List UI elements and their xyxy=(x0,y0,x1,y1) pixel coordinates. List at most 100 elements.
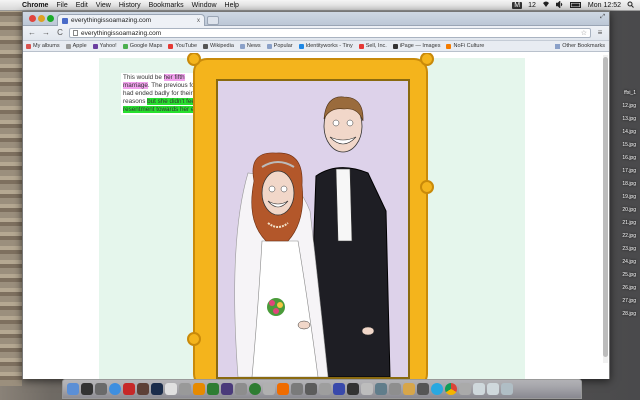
chrome-icon[interactable] xyxy=(445,383,457,395)
menu-bookmarks[interactable]: Bookmarks xyxy=(149,2,184,9)
other-bookmarks-button[interactable]: Other Bookmarks xyxy=(555,43,605,49)
app-icon[interactable] xyxy=(179,383,191,395)
battery-icon[interactable] xyxy=(569,1,582,10)
desktop-file-icon[interactable]: ffxi_1 xyxy=(606,90,636,96)
bookmark-item[interactable]: Google Maps xyxy=(122,43,162,49)
app-icon[interactable] xyxy=(375,383,387,395)
bridge-icon[interactable] xyxy=(137,383,149,395)
desktop-file-icon[interactable]: 25.jpg xyxy=(606,272,636,278)
close-window-button[interactable] xyxy=(29,15,36,22)
desktop-file-icon[interactable]: 15.jpg xyxy=(606,142,636,148)
skype-icon[interactable] xyxy=(431,383,443,395)
app-icon[interactable] xyxy=(361,383,373,395)
desktop-file-icon[interactable]: 24.jpg xyxy=(606,259,636,265)
desktop-file-icon[interactable]: 12.jpg xyxy=(606,103,636,109)
fullscreen-icon[interactable]: ⤢ xyxy=(600,14,605,21)
menu-history[interactable]: History xyxy=(119,2,141,9)
app-icon[interactable] xyxy=(333,383,345,395)
forward-button[interactable]: → xyxy=(41,28,51,38)
volume-icon[interactable] xyxy=(555,0,564,10)
safari-icon[interactable] xyxy=(109,383,121,395)
app-icon[interactable] xyxy=(263,383,275,395)
bookmark-item[interactable]: News xyxy=(239,43,261,49)
illustrator-icon[interactable] xyxy=(193,383,205,395)
app-icon[interactable] xyxy=(459,383,471,395)
minimize-window-button[interactable] xyxy=(38,15,45,22)
desktop-file-icon[interactable]: 26.jpg xyxy=(606,285,636,291)
bookmark-item[interactable]: Apple xyxy=(65,43,87,49)
desktop-file-icon[interactable]: 20.jpg xyxy=(606,207,636,213)
desktop-file-icon[interactable]: 16.jpg xyxy=(606,155,636,161)
zoom-window-button[interactable] xyxy=(47,15,54,22)
app-icon[interactable] xyxy=(165,383,177,395)
vertical-scrollbar[interactable] xyxy=(603,55,608,363)
app-icon[interactable] xyxy=(403,383,415,395)
desktop-file-icon[interactable]: 22.jpg xyxy=(606,233,636,239)
bookmark-item[interactable]: NoFi Culture xyxy=(446,43,484,49)
desktop-file-icon[interactable]: 14.jpg xyxy=(606,129,636,135)
bookmark-item[interactable]: Identityworks - Tiny xyxy=(298,43,353,49)
app-icon[interactable] xyxy=(347,383,359,395)
apple-icon[interactable] xyxy=(8,1,16,9)
dock xyxy=(62,379,582,399)
app-icon[interactable] xyxy=(417,383,429,395)
tab-strip: everythingissoamazing.com x ⤢ xyxy=(23,12,609,26)
desktop-file-icon[interactable]: 17.jpg xyxy=(606,168,636,174)
menu-file[interactable]: File xyxy=(56,2,67,9)
bookmark-item[interactable]: Popular xyxy=(266,43,293,49)
app-icon[interactable] xyxy=(291,383,303,395)
mission-control-icon[interactable] xyxy=(95,383,107,395)
new-tab-button[interactable] xyxy=(207,16,219,25)
bookmark-item[interactable]: Yahoo! xyxy=(92,43,117,49)
bookmark-item[interactable]: My albums xyxy=(26,43,60,49)
gold-picture-frame xyxy=(187,53,434,379)
stacks-icon[interactable] xyxy=(473,383,485,395)
app-icon[interactable] xyxy=(319,383,331,395)
photoshop-icon[interactable] xyxy=(151,383,163,395)
desktop-file-icon[interactable]: 19.jpg xyxy=(606,194,636,200)
wifi-icon[interactable] xyxy=(542,1,550,10)
desktop-file-icon[interactable]: 18.jpg xyxy=(606,181,636,187)
scrollbar-thumb[interactable] xyxy=(603,57,608,357)
bookmark-icon xyxy=(92,43,98,49)
dreamweaver-icon[interactable] xyxy=(207,383,219,395)
stacks-icon[interactable] xyxy=(487,383,499,395)
after-effects-icon[interactable] xyxy=(221,383,233,395)
search-icon[interactable] xyxy=(627,1,634,10)
address-bar[interactable]: everythingissoamazing.com ☆ xyxy=(69,28,591,38)
bookmark-item[interactable]: Wikipedia xyxy=(203,43,234,49)
desktop-file-icon[interactable]: 23.jpg xyxy=(606,246,636,252)
menu-window[interactable]: Window xyxy=(192,2,217,9)
menu-edit[interactable]: Edit xyxy=(76,2,88,9)
menu-help[interactable]: Help xyxy=(225,2,239,9)
desktop-file-icon[interactable]: 28.jpg xyxy=(606,311,636,317)
trash-icon[interactable] xyxy=(501,383,513,395)
app-icon[interactable] xyxy=(389,383,401,395)
finder-icon[interactable] xyxy=(67,383,79,395)
page-viewport: This would be her fifth marriage. The pr… xyxy=(23,53,609,379)
bookmark-star-icon[interactable]: ☆ xyxy=(581,29,587,37)
bookmark-item[interactable]: YouTube xyxy=(168,43,197,49)
menu-app-name[interactable]: Chrome xyxy=(22,2,48,9)
reload-button[interactable]: C xyxy=(55,28,65,38)
desktop-file-icon[interactable]: 13.jpg xyxy=(606,116,636,122)
status-m[interactable]: M xyxy=(512,2,523,9)
bookmark-label: iPage — Images xyxy=(399,43,441,49)
close-tab-icon[interactable]: x xyxy=(197,18,200,24)
chrome-menu-button[interactable]: ≡ xyxy=(595,28,605,38)
app-icon[interactable] xyxy=(305,383,317,395)
desktop-wallpaper-left xyxy=(0,11,22,386)
bookmark-item[interactable]: Sell, Inc. xyxy=(358,43,387,49)
dashboard-icon[interactable] xyxy=(81,383,93,395)
desktop-file-icon[interactable]: 27.jpg xyxy=(606,298,636,304)
spotify-icon[interactable] xyxy=(249,383,261,395)
desktop-file-icon[interactable]: 21.jpg xyxy=(606,220,636,226)
ibooks-icon[interactable] xyxy=(277,383,289,395)
back-button[interactable]: ← xyxy=(27,28,37,38)
tab-active[interactable]: everythingissoamazing.com x xyxy=(57,14,205,26)
acrobat-icon[interactable] xyxy=(123,383,135,395)
menu-view[interactable]: View xyxy=(96,2,111,9)
app-icon[interactable] xyxy=(235,383,247,395)
menu-clock[interactable]: Mon 12:52 xyxy=(588,2,621,9)
bookmark-item[interactable]: iPage — Images xyxy=(392,43,441,49)
